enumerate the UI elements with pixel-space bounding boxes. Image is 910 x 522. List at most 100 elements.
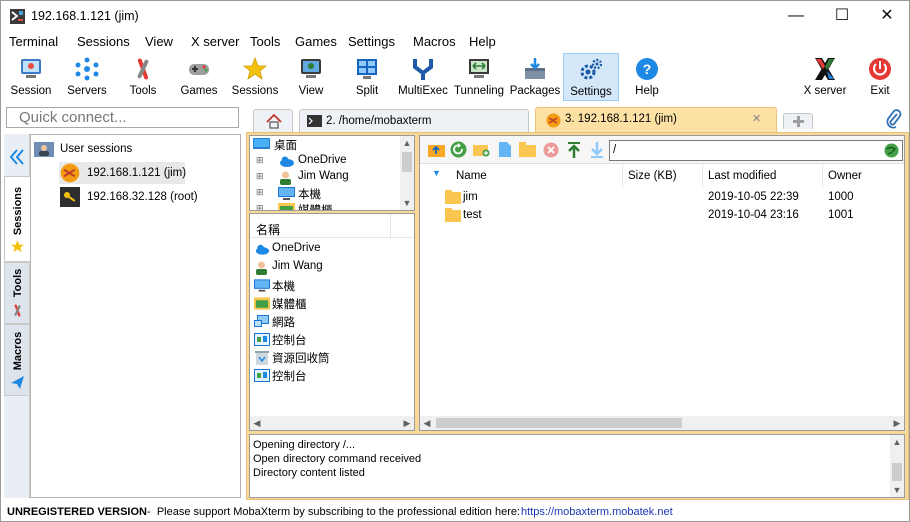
view-label: View: [298, 85, 324, 97]
list-item-label: OneDrive: [272, 242, 321, 254]
menu-sessions[interactable]: Sessions: [77, 34, 130, 49]
scroll-up-arrow-icon[interactable]: ▲: [400, 136, 414, 150]
menu-x-server[interactable]: X server: [191, 34, 239, 49]
tab-strip: 2. /home/mobaxterm 3. 192.168.1.121 (jim…: [247, 107, 909, 132]
scroll-right-arrow-icon[interactable]: ▶: [400, 416, 414, 430]
tab-close-icon[interactable]: ✕: [752, 112, 761, 125]
sort-arrow-icon[interactable]: ▼: [432, 168, 441, 178]
minimize-button[interactable]: —: [773, 1, 819, 32]
menu-help[interactable]: Help: [469, 34, 496, 49]
library-folder-icon: [278, 203, 295, 210]
file-name: jim: [463, 191, 478, 203]
column-header-modified[interactable]: Last modified: [708, 170, 776, 182]
servers-icon: [75, 57, 99, 81]
new-folder-icon[interactable]: [473, 142, 490, 157]
tab-home-mobaxterm[interactable]: 2. /home/mobaxterm: [299, 109, 529, 132]
new-tab-button[interactable]: [783, 113, 813, 129]
tunneling-button[interactable]: Tunneling: [453, 53, 505, 101]
packages-label: Packages: [509, 85, 561, 97]
parent-folder-icon[interactable]: [428, 142, 445, 157]
column-header-size[interactable]: Size (KB): [628, 170, 677, 182]
download-icon[interactable]: [590, 141, 604, 159]
session-item[interactable]: 192.168.1.121 (jim): [59, 162, 187, 184]
scroll-up-arrow-icon[interactable]: ▲: [890, 435, 904, 449]
mobaxterm-app-icon: [10, 9, 25, 24]
tree-item[interactable]: ⊞ 本機: [256, 186, 396, 202]
exit-button[interactable]: Exit: [857, 53, 903, 101]
onedrive-icon: [280, 156, 294, 167]
side-tab-tools[interactable]: Tools: [4, 262, 30, 324]
menu-settings[interactable]: Settings: [348, 34, 395, 49]
tab-label: 2. /home/mobaxterm: [326, 115, 432, 127]
shell-folder-list: 名稱 OneDrive Jim Wang 本機 媒體櫃 網路 控制台 資源回收筒…: [249, 213, 415, 431]
quick-connect-box: [6, 107, 239, 128]
subscribe-link[interactable]: https://mobaxterm.mobatek.net: [521, 506, 673, 518]
tunneling-icon: [469, 59, 489, 78]
split-button[interactable]: Split: [343, 53, 391, 101]
menu-macros[interactable]: Macros: [413, 34, 456, 49]
tree-item[interactable]: ⊞ Jim Wang: [256, 170, 396, 186]
scroll-down-arrow-icon[interactable]: ▼: [890, 483, 904, 497]
session-item[interactable]: 192.168.32.128 (root): [59, 186, 229, 208]
follow-terminal-icon[interactable]: [884, 143, 899, 158]
packages-button[interactable]: Packages: [509, 53, 561, 101]
scroll-left-arrow-icon[interactable]: ◀: [250, 416, 264, 430]
column-header-owner[interactable]: Owner: [828, 170, 862, 182]
servers-button[interactable]: Servers: [63, 53, 111, 101]
name-column-header[interactable]: 名稱: [250, 214, 414, 238]
tree-item[interactable]: ⊞ OneDrive: [256, 154, 396, 170]
upload-icon[interactable]: [567, 141, 581, 159]
home-icon: [266, 114, 282, 129]
list-item-label: 資源回收筒: [272, 353, 330, 365]
macro-icon: [11, 376, 24, 389]
close-button[interactable]: ✕: [864, 1, 910, 32]
sftp-file-browser: / ▼ Name Size (KB) Last modified Owner j…: [419, 135, 905, 431]
scroll-right-arrow-icon[interactable]: ▶: [890, 416, 904, 430]
session-button[interactable]: Session: [7, 53, 55, 101]
collapse-sidebar-icon[interactable]: [9, 148, 25, 166]
paperclip-icon[interactable]: [885, 109, 903, 129]
tab-home[interactable]: [253, 109, 293, 132]
side-tab-macros[interactable]: Macros: [4, 324, 30, 396]
multiexec-button[interactable]: MultiExec: [397, 53, 449, 101]
settings-button[interactable]: Settings: [563, 53, 619, 101]
column-header-name[interactable]: Name: [456, 170, 487, 182]
tree-scrollbar[interactable]: ▲ ▼: [400, 136, 414, 210]
table-row[interactable]: test 2019-10-04 23:16 1001: [420, 207, 890, 225]
view-button[interactable]: View: [287, 53, 335, 101]
scroll-left-arrow-icon[interactable]: ◀: [420, 416, 434, 430]
menu-terminal[interactable]: Terminal: [9, 34, 58, 49]
tab-sftp-session[interactable]: 3. 192.168.1.121 (jim) ✕: [535, 107, 777, 132]
power-icon: [869, 58, 891, 80]
quick-connect-input[interactable]: [7, 108, 238, 127]
file-list-horizontal-scrollbar[interactable]: ◀ ▶: [420, 416, 904, 430]
help-button[interactable]: ? Help: [623, 53, 671, 101]
side-tab-sessions[interactable]: Sessions: [4, 176, 30, 262]
session-label: 192.168.1.121 (jim): [87, 167, 187, 179]
folder-icon[interactable]: [519, 142, 536, 157]
refresh-icon[interactable]: [450, 141, 467, 158]
new-file-icon[interactable]: [498, 141, 512, 158]
scroll-down-arrow-icon[interactable]: ▼: [400, 196, 414, 210]
library-folder-icon: [254, 297, 270, 310]
split-icon: [357, 59, 377, 79]
names-horizontal-scrollbar[interactable]: ◀ ▶: [250, 416, 414, 430]
games-button[interactable]: Games: [175, 53, 223, 101]
tree-item[interactable]: ⊞ 媒體櫃: [256, 202, 396, 210]
file-name: test: [463, 209, 482, 221]
tree-item-label: 本機: [298, 189, 321, 201]
menu-games[interactable]: Games: [295, 34, 337, 49]
tools-button[interactable]: Tools: [119, 53, 167, 101]
sessions-button[interactable]: Sessions: [231, 53, 279, 101]
path-field[interactable]: /: [609, 140, 903, 161]
delete-icon[interactable]: [543, 142, 559, 158]
x-server-button[interactable]: X server: [799, 53, 851, 101]
menu-tools[interactable]: Tools: [250, 34, 280, 49]
user-icon: [280, 171, 291, 185]
table-row[interactable]: jim 2019-10-05 22:39 1000: [420, 189, 890, 207]
file-list-header: ▼ Name Size (KB) Last modified Owner: [420, 165, 904, 187]
maximize-button[interactable]: ☐: [819, 1, 865, 32]
file-owner: 1000: [828, 191, 854, 203]
menu-view[interactable]: View: [145, 34, 173, 49]
log-scrollbar[interactable]: ▲ ▼: [890, 435, 904, 497]
